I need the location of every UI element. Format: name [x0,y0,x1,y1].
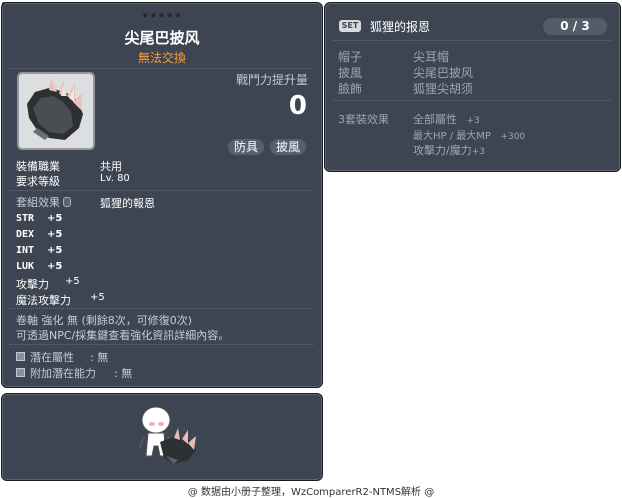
divider [10,190,314,191]
set-bonus-name: 最大HP / 最大MP [413,131,491,142]
stat-value: +5 [47,245,63,256]
stat-row-str: STR +5 [16,213,62,224]
set-bonus-row: 全部屬性 +3 [413,111,480,127]
stat-value: +5 [47,261,63,272]
set-bonus-value: +300 [500,132,526,142]
set-badge-icon: SET [339,20,361,32]
potential-label: 潛在屬性 [30,351,74,364]
enhance-info-line: 可透過NPC/採集鍵查看強化資訊詳細內容。 [16,329,230,342]
set-effect-value: 狐狸的報恩 [100,197,155,210]
potential-icon [16,352,25,361]
magic-attack-name: 魔法攻擊力 [16,294,71,307]
set-part-slot: 臉飾 [338,82,363,96]
set-info-panel: SET 狐狸的报恩 0 / 3 帽子 尖耳帽 披風 尖尾巴披风 臉飾 狐狸尖胡须… [324,2,621,172]
stat-row-dex: DEX +5 [16,229,62,240]
combat-power-value: 0 [288,91,307,121]
stat-name: INT [16,245,35,256]
character-preview-panel [1,393,323,481]
item-icon-frame [17,72,95,150]
set-part-slot: 披風 [338,66,363,80]
set-bonus-name: 全部屬性 [413,113,457,126]
job-value: 共用 [100,160,122,173]
star-rating: ★★★★★ [141,11,183,20]
stat-name: LUK [16,261,35,272]
lock-icon [63,197,71,207]
stat-value: +5 [47,229,63,240]
footer-credit: @ 数据由小册子整理，WzComparerR2-NTMS解析 @ [187,487,435,498]
stat-value: +5 [47,213,63,224]
set-name: 狐狸的报恩 [370,20,431,34]
trade-status: 無法交換 [137,51,186,65]
category-tag-armor: 防具 [228,139,265,155]
set-bonus-row: 攻擊力/魔力+3 [413,142,485,158]
set-part-slot: 帽子 [338,50,363,64]
job-label: 裝備職業 [16,160,60,173]
attack-name: 攻擊力 [16,278,49,291]
set-bonus-value: +3 [466,116,480,126]
divider [10,308,314,309]
set-effect-label: 套組效果 [16,196,60,209]
set-part-name: 尖耳帽 [413,50,450,64]
set-effect-row: 套組效果 [16,194,71,210]
divider [333,100,612,101]
set-part-name: 尖尾巴披风 [413,66,474,80]
combat-power-label: 戰鬥力提升量 [235,73,308,87]
additional-potential-value: : 無 [114,367,133,380]
divider [10,344,314,345]
item-name: 尖尾巴披风 [124,29,200,47]
level-label: 要求等級 [16,175,60,188]
set-bonus-name: 攻擊力/魔力 [413,144,472,157]
additional-potential-icon [16,368,25,377]
attack-value: +5 [65,276,80,287]
divider [10,68,314,69]
stat-row-luk: LUK +5 [16,261,62,272]
level-value: Lv. 80 [100,173,130,184]
potential-value: : 無 [90,351,109,364]
stat-row-int: INT +5 [16,245,62,256]
stat-name: STR [16,213,35,224]
cape-icon [27,78,83,140]
set-count: 0 / 3 [543,18,607,35]
magic-attack-value: +5 [90,292,105,303]
set-bonus-row: 最大HP / 最大MP +300 [413,127,525,142]
stat-name: DEX [16,229,35,240]
set-bonus-label: 3套裝效果 [338,113,389,126]
magic-attack-row: 魔法攻擊力 +5 [16,292,105,308]
item-tooltip-panel: ★★★★★ 尖尾巴披风 無法交換 戰鬥力提升量 0 防具 披風 裝備職業 共用 … [1,2,323,388]
additional-potential-label: 附加潛在能力 [30,367,96,380]
set-bonus-value: +3 [471,147,485,157]
divider [333,40,612,41]
attack-row: 攻擊力 +5 [16,276,80,292]
category-tag-cape: 披風 [270,139,307,155]
character-preview-icon [139,406,196,464]
scroll-upgrade-line: 卷軸 強化 無 (剩餘8次，可修復0次) [16,314,193,327]
set-part-name: 狐狸尖胡须 [413,82,474,96]
